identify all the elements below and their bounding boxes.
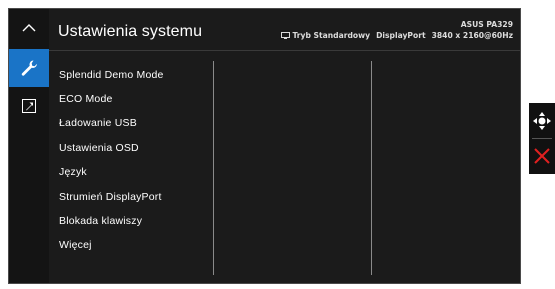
menu-item-key-lock[interactable]: Blokada klawiszy: [59, 215, 142, 227]
left-rail: [9, 9, 49, 283]
rail-item-shortcut[interactable]: [9, 91, 49, 121]
chevron-up-icon: [22, 24, 36, 32]
five-way-navigation-button[interactable]: [529, 107, 555, 135]
osd-window: Ustawienia systemu ASUS PA329 Tryb Stand…: [8, 8, 521, 284]
menu-item-eco-mode[interactable]: ECO Mode: [59, 93, 113, 105]
resolution: 3840 x 2160@60Hz: [431, 31, 513, 40]
monitor-icon: [281, 32, 291, 39]
menu-item-osd-settings[interactable]: Ustawienia OSD: [59, 142, 139, 154]
menu-item-language[interactable]: Język: [59, 166, 87, 178]
settings-menu: Splendid Demo Mode ECO Mode Ładowanie US…: [49, 51, 213, 283]
menu-item-usb-charging[interactable]: Ładowanie USB: [59, 117, 137, 129]
column-divider-1: [213, 61, 214, 275]
rail-up-button[interactable]: [9, 9, 49, 47]
arrow-up-right-icon: [22, 99, 36, 113]
input-source: DisplayPort: [376, 31, 426, 40]
status-header: ASUS PA329 Tryb Standardowy DisplayPort …: [281, 19, 513, 41]
page-title: Ustawienia systemu: [58, 23, 203, 40]
menu-item-splendid-demo[interactable]: Splendid Demo Mode: [59, 69, 164, 81]
rail-item-system-settings[interactable]: [9, 49, 49, 87]
color-mode: Tryb Standardowy: [292, 31, 371, 40]
close-icon: [534, 148, 550, 164]
menu-item-displayport-stream[interactable]: Strumień DisplayPort: [59, 191, 162, 203]
monitor-model: ASUS PA329: [460, 20, 513, 29]
exit-button[interactable]: [529, 141, 555, 171]
column-divider-2: [371, 61, 372, 275]
menu-item-more[interactable]: Więcej: [59, 239, 92, 251]
side-panel-divider: [532, 138, 552, 139]
main-panel: Ustawienia systemu ASUS PA329 Tryb Stand…: [49, 9, 520, 283]
navigation-key-panel: [529, 103, 555, 174]
four-way-arrow-icon: [533, 112, 551, 130]
wrench-icon: [21, 60, 37, 76]
